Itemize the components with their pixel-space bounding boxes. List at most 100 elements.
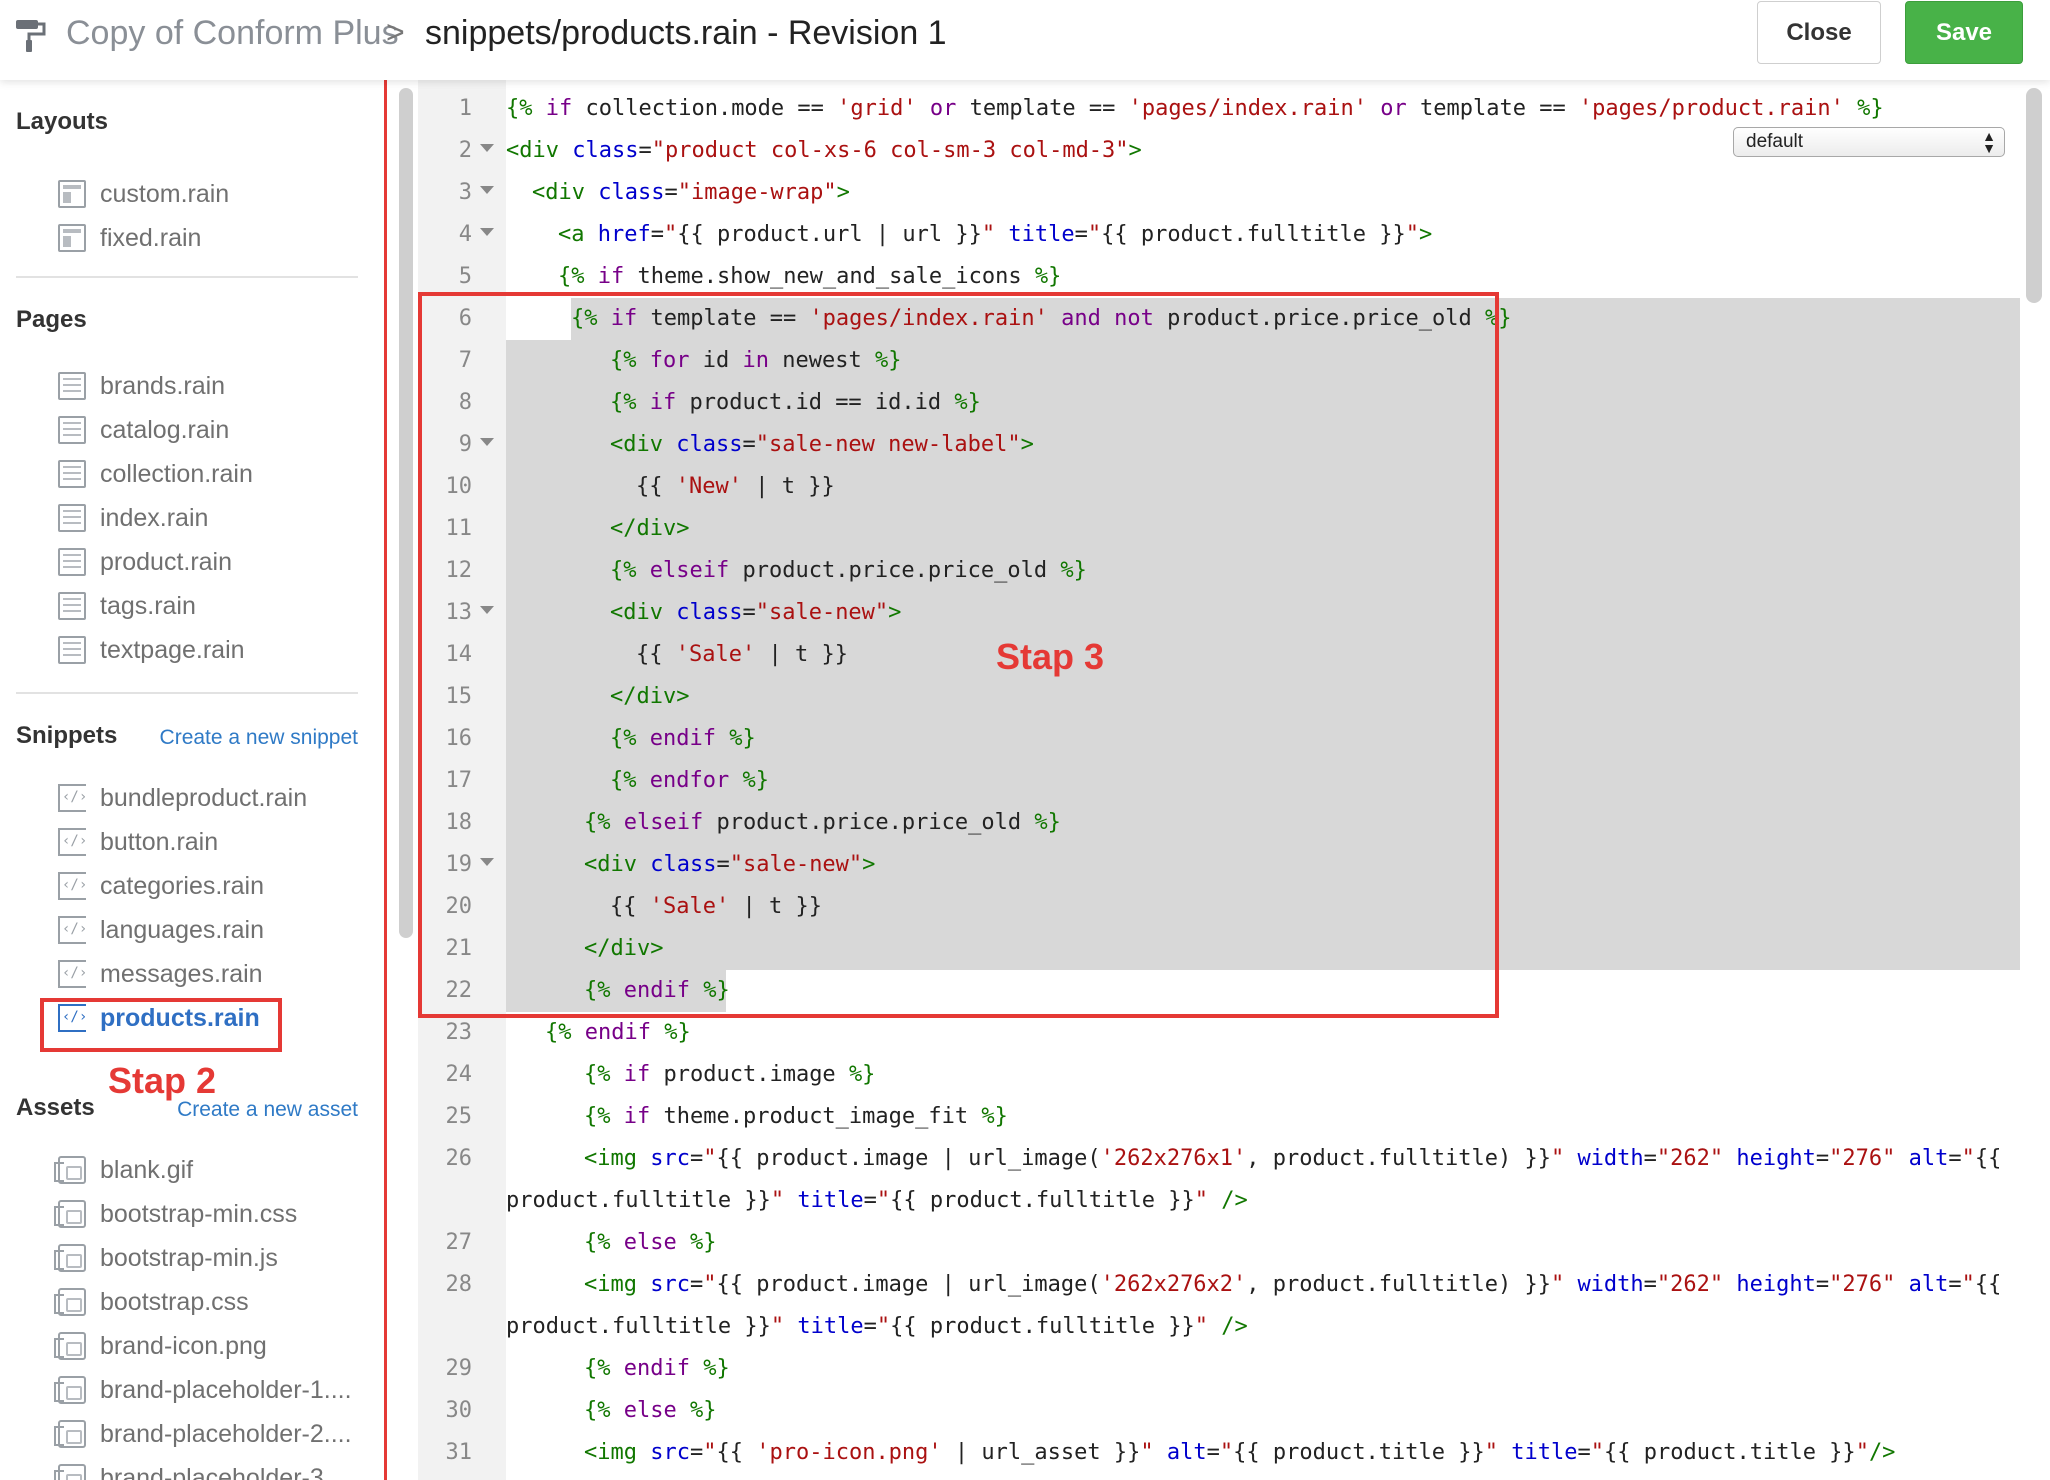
code-line[interactable]: 26 <img src="{{ product.image | url_image…	[0, 1138, 2022, 1180]
code-token: height	[1736, 1146, 1816, 1171]
code-token: if	[623, 1104, 651, 1129]
code-token: =	[689, 1440, 704, 1465]
code-token: class	[598, 180, 665, 205]
code-token: href	[597, 222, 651, 247]
code-token: "image-wrap"	[677, 180, 837, 205]
code-token: title	[797, 1188, 864, 1213]
code-token: 'pages/product.rain'	[1578, 96, 1844, 121]
code-token: '262x276x2'	[1100, 1272, 1247, 1297]
code-token: <img	[584, 1440, 637, 1465]
code-line[interactable]: 4 <a href="{{ product.url | url }}" title…	[0, 214, 2022, 256]
fold-arrow-icon[interactable]	[480, 186, 494, 194]
code-text: {% if product.image %}	[584, 1062, 875, 1087]
step2-label: Stap 2	[108, 1060, 217, 1101]
code-token: "	[1140, 1440, 1154, 1465]
code-line[interactable]: 25 {% if theme.product_image_fit %}	[0, 1096, 2022, 1138]
code-token: theme.product_image_fit	[650, 1104, 982, 1129]
code-token: {%	[584, 1104, 611, 1129]
code-token: , product.fulltitle) }}	[1246, 1146, 1551, 1171]
code-line[interactable]: product.fulltitle }}" title="{{ product.…	[0, 1180, 2022, 1222]
code-token: , product.fulltitle) }}	[1246, 1272, 1551, 1297]
code-line[interactable]: 30 {% else %}	[0, 1390, 2022, 1432]
code-token: "	[1194, 1314, 1209, 1339]
fold-arrow-icon[interactable]	[480, 144, 494, 152]
code-line[interactable]: 31 <img src="{{ 'pro-icon.png' | url_asse…	[0, 1432, 2022, 1474]
code-token: %}	[689, 1230, 717, 1255]
code-token: {{	[1974, 1272, 2002, 1297]
code-text: <img src="{{ product.image | url_image('…	[584, 1146, 2001, 1171]
code-token: =	[1206, 1440, 1220, 1465]
code-token: "262"	[1656, 1272, 1724, 1297]
code-token: alt	[1166, 1440, 1207, 1465]
code-token: '262x276x1'	[1100, 1146, 1247, 1171]
line-number: 2	[458, 138, 472, 163]
code-line[interactable]: 23 {% endif %}	[0, 1012, 2022, 1054]
code-token: "	[1550, 1146, 1565, 1171]
mode-select[interactable]: default ▲ ▼	[1733, 127, 2005, 157]
close-button[interactable]: Close	[1757, 1, 1881, 64]
code-token: {%	[584, 1062, 611, 1087]
code-token: {%	[506, 96, 533, 121]
code-token: %}	[981, 1104, 1008, 1129]
code-token: <div	[532, 180, 585, 205]
code-token: {%	[584, 1398, 611, 1423]
code-token: {%	[584, 1356, 611, 1381]
code-token: alt	[1908, 1146, 1949, 1171]
code-line[interactable]: 24 {% if product.image %}	[0, 1054, 2022, 1096]
code-line[interactable]: 28 <img src="{{ product.image | url_image…	[0, 1264, 2022, 1306]
code-token: <div	[506, 138, 559, 163]
code-token: endif	[584, 1020, 651, 1045]
fold-arrow-icon[interactable]	[480, 228, 494, 236]
line-number: 28	[445, 1272, 473, 1297]
mode-select-value: default	[1746, 131, 1804, 152]
breadcrumb-parent[interactable]: Copy of Conform Plus	[66, 14, 399, 53]
code-token: 'pages/index.rain'	[1128, 96, 1367, 121]
code-token: or	[1380, 96, 1407, 121]
save-button[interactable]: Save	[1905, 1, 2023, 64]
code-token: %}	[664, 1020, 691, 1045]
page-title: snippets/products.rain - Revision 1	[425, 14, 947, 52]
step3-label: Stap 3	[996, 636, 1105, 677]
code-line[interactable]: 27 {% else %}	[0, 1222, 2022, 1264]
code-token: "	[1550, 1272, 1565, 1297]
code-token: =	[1815, 1272, 1830, 1297]
code-line[interactable]: 3 <div class="image-wrap">	[0, 172, 2022, 214]
code-text: <img src="{{ product.image | url_image('…	[584, 1272, 2001, 1297]
code-token: {{ product.image | url_image(	[716, 1272, 1101, 1297]
editor-scrollbar[interactable]	[2026, 88, 2042, 303]
code-line[interactable]: 29 {% endif %}	[0, 1348, 2022, 1390]
code-token: %}	[703, 1356, 730, 1381]
code-token: "	[770, 1188, 785, 1213]
code-token: "	[1590, 1440, 1605, 1465]
line-number: 23	[445, 1020, 473, 1045]
code-token: "	[1855, 1440, 1869, 1465]
code-token: src	[650, 1272, 690, 1297]
breadcrumb-separator: >	[386, 14, 405, 50]
code-line[interactable]: 1 {% if collection.mode == 'grid' or temp…	[0, 88, 2022, 130]
line-number: 4	[458, 222, 472, 247]
paint-roller-icon	[16, 20, 46, 52]
code-line[interactable]: product.fulltitle }}" title="{{ product.…	[0, 1306, 2022, 1348]
code-token: height	[1736, 1272, 1816, 1297]
code-token: "product col-xs-6 col-sm-3 col-md-3"	[651, 138, 1129, 163]
code-line[interactable]: 2 <div class="product col-xs-6 col-sm-3 c…	[0, 130, 2022, 172]
code-token: =	[1577, 1440, 1591, 1465]
code-token: "	[876, 1188, 891, 1213]
code-token: %}	[689, 1398, 717, 1423]
step2-highlight-box	[40, 998, 282, 1052]
line-number: 3	[458, 180, 472, 205]
code-token: >	[836, 180, 850, 205]
line-number: 26	[445, 1146, 473, 1171]
